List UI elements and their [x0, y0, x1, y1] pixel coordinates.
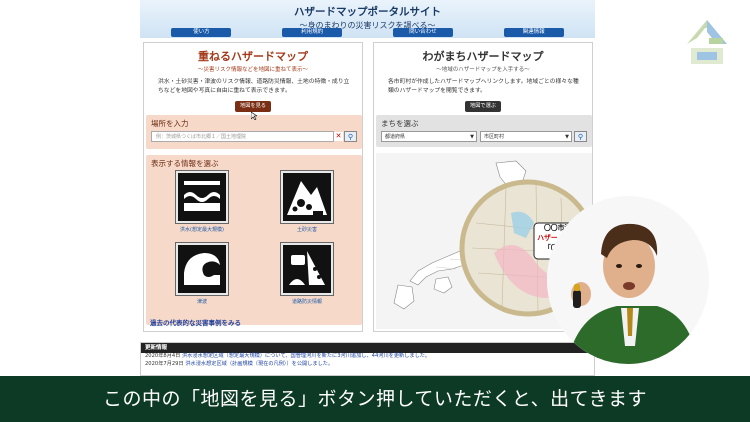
tsunami-icon [175, 242, 229, 296]
location-input[interactable]: 例：茨城県つくば市北郷１／国土地理院 [151, 131, 334, 142]
tile-flood[interactable]: 洪水(想定最大規模) [175, 170, 229, 233]
update-news: 更新情報 2020年8月4日 洪水浸水想定区域（想定最大規模）について、国管理河… [140, 342, 595, 376]
chevron-down-icon: ▼ [470, 134, 474, 140]
info-label: 表示する情報を選ぶ [151, 159, 219, 168]
update-date: 2020年7月29日 [145, 360, 184, 367]
update-text[interactable]: 洪水浸水想定区域（想定最大規模）について、国管理河川を新たに3河川追加し、44河… [182, 353, 430, 359]
panel-subtitle: ～災害リスク情報などを地図に重ねて表示～ [197, 67, 308, 73]
landslide-icon [280, 170, 334, 224]
update-date: 2020年8月4日 [145, 353, 181, 359]
nav-usage[interactable]: 使い方 [171, 28, 232, 37]
panel-description: 各市町村が作成したハザードマップへリンクします。地域ごとの様々な種類のハザードマ… [388, 79, 579, 94]
search-icon[interactable]: ⚲ [574, 131, 587, 142]
chevron-down-icon: ▼ [565, 134, 569, 140]
past-disasters-link[interactable]: 過去の代表的な災害事例をみる [150, 317, 241, 327]
tile-landslide-label: 土砂災害 [296, 227, 317, 233]
tile-road-disaster[interactable]: 道路防災情報 [280, 242, 334, 305]
clear-icon[interactable]: ✕ [334, 132, 343, 141]
mouse-pointer-icon [250, 105, 258, 121]
update-row[interactable]: 2020年8月4日 洪水浸水想定区域（想定最大規模）について、国管理河川を新たに… [141, 353, 594, 361]
town-label: まちを選ぶ [381, 119, 419, 128]
channel-logo [683, 14, 731, 66]
update-row[interactable]: 2020年7月29日 洪水浸水想定区域（計画規模（現在の凡例））を公開しました。 [141, 361, 594, 369]
prefecture-select[interactable]: 都道府県 ▼ [381, 131, 477, 142]
hazard-portal-page: ハザードマップポータルサイト ～身のまわりの災害リスクを調べる～ 使い方 利用規… [140, 0, 597, 375]
tile-tsunami-label: 津波 [196, 299, 207, 305]
tile-flood-label: 洪水(想定最大規模) [180, 227, 224, 233]
road-disaster-icon [280, 242, 334, 296]
panel-title: 重ねるハザードマップ [198, 50, 308, 63]
site-title: ハザードマップポータルサイト [294, 6, 441, 18]
header-nav: 使い方 利用規約 問い合わせ 関連情報 [140, 28, 595, 38]
panel-description: 洪水・土砂災害・津波のリスク情報、道路防災情報、土地の特徴・成り立ちなどを地図や… [158, 79, 350, 94]
location-search-box: 場所を入力 例：茨城県つくば市北郷１／国土地理院 ✕ ⚲ [146, 115, 362, 149]
flood-icon [175, 170, 229, 224]
town-select-box: まちを選ぶ 都道府県 ▼ 市区町村 ▼ ⚲ [376, 115, 592, 147]
overlay-hazard-panel: 重ねるハザードマップ ～災害リスク情報などを地図に重ねて表示～ 洪水・土砂災害・… [143, 42, 363, 332]
nav-contact[interactable]: 問い合わせ [392, 28, 453, 37]
tile-road-disaster-label: 道路防災情報 [291, 299, 322, 305]
updates-header: 更新情報 [141, 343, 594, 353]
search-icon[interactable]: ⚲ [344, 131, 357, 142]
presenter-video [547, 196, 709, 364]
caption-text: この中の「地図を見る」ボタン押していただくと、出てきます [102, 388, 648, 410]
nav-terms[interactable]: 利用規約 [282, 28, 343, 37]
panel-subtitle: ～地域のハザードマップを入手する～ [436, 67, 530, 73]
nav-related[interactable]: 関連情報 [503, 28, 564, 37]
info-select-box: 表示する情報を選ぶ 洪水(想定最大規模) 土砂災害 津波 道路防災情報 [146, 155, 362, 325]
city-select[interactable]: 市区町村 ▼ [480, 131, 572, 142]
site-header: ハザードマップポータルサイト ～身のまわりの災害リスクを調べる～ 使い方 利用規… [140, 0, 595, 38]
update-text[interactable]: 洪水浸水想定区域（計画規模（現在の凡例））を公開しました。 [185, 361, 333, 367]
tile-landslide[interactable]: 土砂災害 [280, 170, 334, 233]
select-on-map-button[interactable]: 地図で選ぶ [465, 101, 501, 112]
panel-title: わがまちハザードマップ [422, 50, 544, 63]
tile-tsunami[interactable]: 津波 [175, 242, 229, 305]
